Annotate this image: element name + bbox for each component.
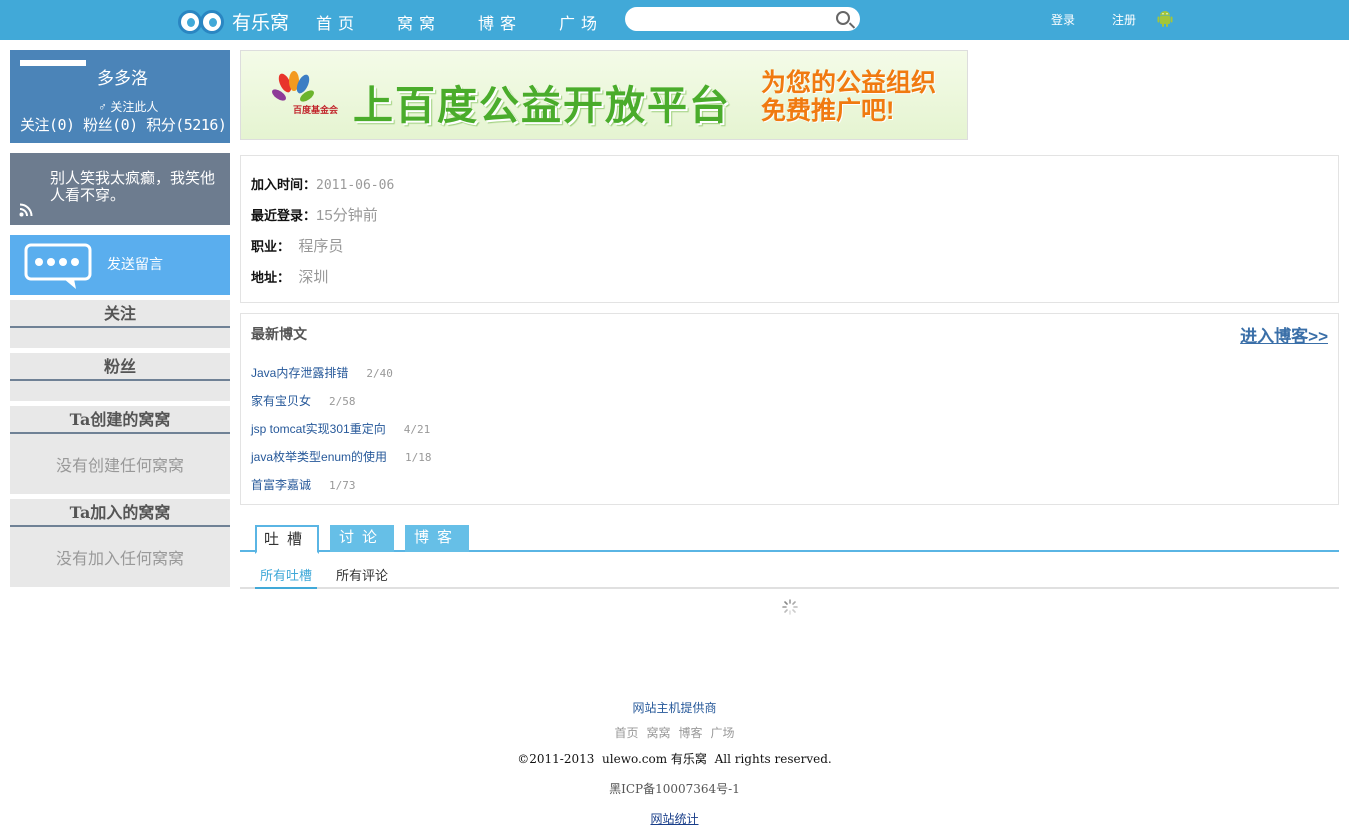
job-value: 程序员 (298, 238, 344, 255)
search-icon[interactable] (836, 11, 850, 25)
post-item[interactable]: Java内存泄露排错 2/40 (251, 364, 393, 381)
subtab-all-comments[interactable]: 所有评论 (336, 565, 388, 584)
post-item[interactable]: 家有宝贝女 2/58 (251, 392, 356, 409)
profile-name: 多多洛 (97, 69, 148, 88)
motto-box: 别人笑我太疯癫，我笑他人看不穿。 (10, 153, 230, 225)
last-login-row: 最近登录：15分钟前 (251, 204, 378, 225)
address-label: 地址： (251, 271, 291, 286)
join-time-value: 2011-06-06 (316, 178, 395, 193)
tab-complaints[interactable]: 吐槽 (255, 525, 319, 554)
host-provider-link[interactable]: 网站主机提供商 (0, 699, 1349, 716)
user-info-panel: 加入时间：2011-06-06 最近登录：15分钟前 职业： 程序员 地址： 深… (240, 155, 1339, 303)
banner-headline: 上百度公益开放平台 (353, 84, 731, 128)
site-stats-link: 网站统计 (0, 810, 1349, 827)
register-link[interactable]: 注册 (1112, 11, 1136, 28)
latest-posts-panel: 最新博文 进入博客>> Java内存泄露排错 2/40 家有宝贝女 2/58 jsp… (240, 313, 1339, 505)
post-title[interactable]: 家有宝贝女 (251, 394, 311, 408)
fans-box: 粉丝 (10, 353, 230, 401)
post-title[interactable]: java枚举类型enum的使用 (251, 450, 387, 464)
follow-button[interactable]: ♂ 关注此人 (98, 98, 158, 115)
joined-groups-empty: 没有加入任何窝窝 (55, 551, 184, 568)
last-login-value: 15分钟前 (316, 207, 378, 224)
subtab-all-complaints[interactable]: 所有吐槽 (255, 565, 317, 589)
search-input[interactable] (637, 7, 837, 31)
main-nav: 首页 窝窝 博客 广场 (316, 10, 640, 34)
nav-blog[interactable]: 博客 (478, 10, 559, 34)
banner-logo-text: 百度基金会 (293, 105, 339, 115)
address-row: 地址： 深圳 (251, 266, 328, 287)
footer-link-blog[interactable]: 博客 (679, 726, 703, 740)
search-box (625, 7, 860, 31)
site-stats-link-text[interactable]: 网站统计 (650, 812, 698, 826)
tab-discussions[interactable]: 讨论 (330, 525, 394, 552)
post-count: 4/21 (403, 423, 431, 436)
send-message-button[interactable]: 发送留言 (10, 235, 230, 295)
icp-number: 黑ICP备10007364号-1 (609, 782, 740, 796)
following-box: 关注 (10, 300, 230, 348)
nav-home[interactable]: 首页 (316, 10, 397, 34)
profile-card: 多多洛 ♂ 关注此人 关注(0) 粉丝(0) 积分(5216) (10, 50, 230, 143)
content-tabs: 吐槽 讨论 博客 (240, 524, 1339, 554)
post-count: 1/73 (329, 479, 356, 492)
footer-links: 首页 窝窝 博客 广场 (0, 724, 1349, 741)
motto-text: 别人笑我太疯癫，我笑他人看不穿。 (50, 170, 216, 204)
android-icon[interactable] (1157, 10, 1173, 28)
post-item[interactable]: java枚举类型enum的使用 1/18 (251, 448, 432, 465)
post-title[interactable]: 首富李嘉诚 (251, 478, 311, 492)
post-count: 1/18 (405, 451, 432, 464)
join-time-label: 加入时间： (251, 178, 317, 193)
banner-slogan-line2: 免费推广吧! (761, 97, 895, 125)
footer-link-groups[interactable]: 窝窝 (646, 726, 670, 740)
post-count: 2/58 (329, 395, 356, 408)
site-logo[interactable]: 有乐窝 (178, 8, 289, 35)
avatar[interactable] (20, 60, 86, 66)
profile-stats: 关注(0) 粉丝(0) 积分(5216) (20, 116, 227, 134)
post-count: 2/40 (366, 367, 393, 380)
post-item[interactable]: jsp tomcat实现301重定向 4/21 (251, 420, 430, 437)
tab-blog[interactable]: 博客 (405, 525, 469, 552)
latest-posts-title: 最新博文 (251, 327, 307, 343)
job-row: 职业： 程序员 (251, 235, 343, 256)
join-time-row: 加入时间：2011-06-06 (251, 174, 394, 193)
footer-link-home[interactable]: 首页 (614, 726, 638, 740)
baidu-foundation-logo (272, 71, 314, 102)
post-item[interactable]: 首富李嘉诚 1/73 (251, 476, 356, 493)
post-title[interactable]: jsp tomcat实现301重定向 (251, 422, 386, 436)
copyright: ©2011-2013 ulewo.com 有乐窝 All rights rese… (517, 752, 832, 766)
joined-groups-box: Ta加入的窝窝 没有加入任何窝窝 (10, 499, 230, 587)
ad-banner[interactable]: 百度基金会 上百度公益开放平台 为您的公益组织 免费推广吧! (240, 50, 968, 140)
top-bar: 有乐窝 首页 窝窝 博客 广场 登录 注册 (0, 0, 1349, 40)
sub-tabs: 所有吐槽 所有评论 (240, 560, 1339, 589)
nav-groups[interactable]: 窝窝 (397, 10, 478, 34)
rss-icon[interactable] (19, 203, 33, 217)
job-label: 职业： (251, 240, 291, 255)
created-groups-title: Ta创建的窝窝 (10, 406, 230, 434)
created-groups-box: Ta创建的窝窝 没有创建任何窝窝 (10, 406, 230, 494)
login-link[interactable]: 登录 (1051, 11, 1075, 28)
joined-groups-title: Ta加入的窝窝 (10, 499, 230, 527)
following-title: 关注 (10, 300, 230, 328)
address-value: 深圳 (298, 269, 329, 286)
logo-text: 有乐窝 (232, 13, 290, 34)
fans-title: 粉丝 (10, 353, 230, 381)
chat-bubble-icon (24, 243, 92, 289)
logo-eyes-icon (178, 9, 224, 34)
enter-blog-link[interactable]: 进入博客>> (1240, 322, 1328, 347)
loading-spinner-icon (782, 599, 798, 615)
banner-slogan-line1: 为您的公益组织 (761, 69, 937, 97)
created-groups-empty: 没有创建任何窝窝 (55, 458, 184, 475)
send-message-label: 发送留言 (107, 256, 163, 272)
last-login-label: 最近登录： (251, 209, 317, 224)
footer-link-square[interactable]: 广场 (711, 726, 735, 740)
post-title[interactable]: Java内存泄露排错 (251, 366, 348, 380)
banner-slogan: 为您的公益组织 免费推广吧! (761, 69, 936, 125)
